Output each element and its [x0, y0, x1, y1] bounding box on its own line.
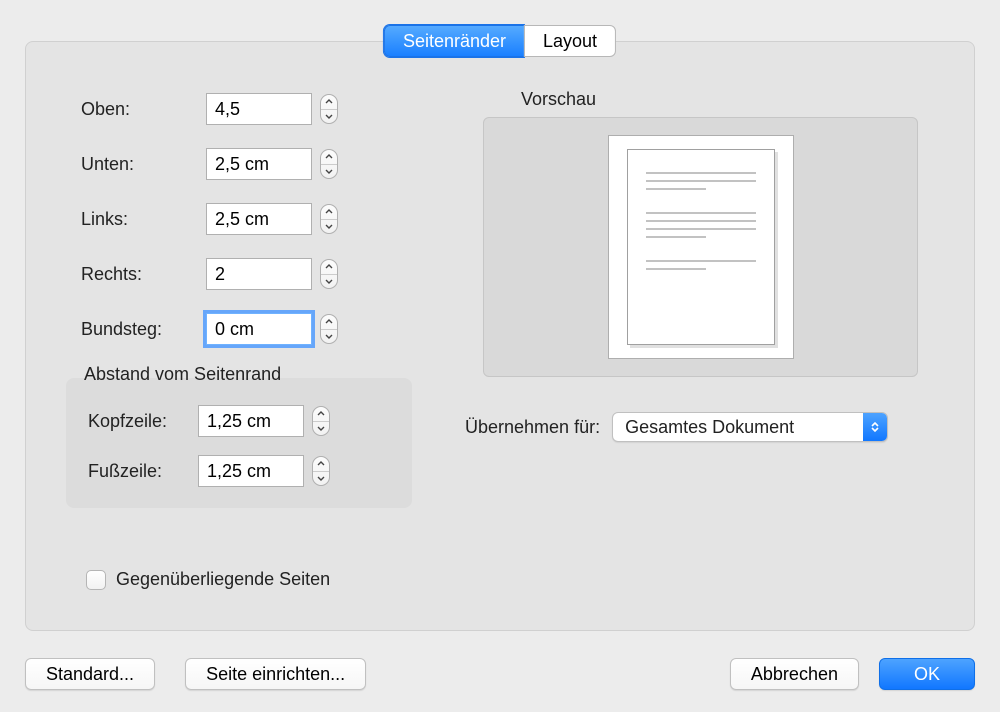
button-bar: Standard... Seite einrichten... Abbreche…	[0, 655, 1000, 693]
default-button[interactable]: Standard...	[25, 658, 155, 690]
footer-field[interactable]	[198, 455, 304, 487]
top-field[interactable]	[206, 93, 312, 125]
chevron-up-icon[interactable]	[313, 407, 329, 422]
header-stepper[interactable]	[312, 406, 330, 436]
cancel-button[interactable]: Abbrechen	[730, 658, 859, 690]
chevron-up-icon[interactable]	[321, 95, 337, 110]
top-stepper[interactable]	[320, 94, 338, 124]
bottom-field[interactable]	[206, 148, 312, 180]
footer-label: Fußzeile:	[88, 461, 198, 482]
right-field[interactable]	[206, 258, 312, 290]
gutter-field[interactable]	[206, 313, 312, 345]
chevron-down-icon[interactable]	[321, 275, 337, 289]
page-setup-button[interactable]: Seite einrichten...	[185, 658, 366, 690]
tab-bar: Seitenränder Layout	[384, 25, 616, 57]
mirror-margins-checkbox[interactable]	[86, 570, 106, 590]
chevron-up-icon[interactable]	[321, 315, 337, 330]
margins-group: Oben: Unten:	[81, 92, 411, 367]
header-label: Kopfzeile:	[88, 411, 198, 432]
apply-to-label: Übernehmen für:	[465, 417, 600, 438]
preview-box	[483, 117, 918, 377]
left-label: Links:	[81, 209, 206, 230]
gutter-label: Bundsteg:	[81, 319, 206, 340]
bottom-stepper[interactable]	[320, 149, 338, 179]
right-stepper[interactable]	[320, 259, 338, 289]
chevron-down-icon[interactable]	[313, 472, 329, 486]
bottom-label: Unten:	[81, 154, 206, 175]
chevron-down-icon[interactable]	[321, 330, 337, 344]
mirror-margins-label: Gegenüberliegende Seiten	[116, 569, 330, 590]
apply-to-row: Übernehmen für: Gesamtes Dokument	[465, 412, 888, 442]
chevron-down-icon[interactable]	[313, 422, 329, 436]
left-field[interactable]	[206, 203, 312, 235]
content-panel: Oben: Unten:	[25, 41, 975, 631]
right-label: Rechts:	[81, 264, 206, 285]
apply-to-value: Gesamtes Dokument	[625, 417, 794, 438]
chevron-down-icon[interactable]	[321, 220, 337, 234]
preview-page-inner	[627, 149, 775, 345]
header-field[interactable]	[198, 405, 304, 437]
footer-stepper[interactable]	[312, 456, 330, 486]
chevron-up-icon[interactable]	[321, 205, 337, 220]
chevron-up-icon[interactable]	[321, 260, 337, 275]
updown-arrows-icon	[863, 413, 887, 441]
mirror-margins-row: Gegenüberliegende Seiten	[86, 569, 330, 590]
chevron-up-icon[interactable]	[321, 150, 337, 165]
edge-distance-fieldset: Abstand vom Seitenrand Kopfzeile: Fußzei…	[66, 378, 412, 508]
left-stepper[interactable]	[320, 204, 338, 234]
preview-label: Vorschau	[521, 89, 596, 110]
gutter-stepper[interactable]	[320, 314, 338, 344]
chevron-down-icon[interactable]	[321, 110, 337, 124]
apply-to-popup[interactable]: Gesamtes Dokument	[612, 412, 888, 442]
ok-button[interactable]: OK	[879, 658, 975, 690]
page-setup-dialog: Seitenränder Layout Oben: Unten:	[0, 0, 1000, 712]
chevron-down-icon[interactable]	[321, 165, 337, 179]
preview-page	[608, 135, 794, 359]
edge-distance-legend: Abstand vom Seitenrand	[80, 364, 285, 385]
tab-layout[interactable]: Layout	[524, 25, 616, 57]
top-label: Oben:	[81, 99, 206, 120]
chevron-up-icon[interactable]	[313, 457, 329, 472]
tab-margins[interactable]: Seitenränder	[384, 25, 524, 57]
